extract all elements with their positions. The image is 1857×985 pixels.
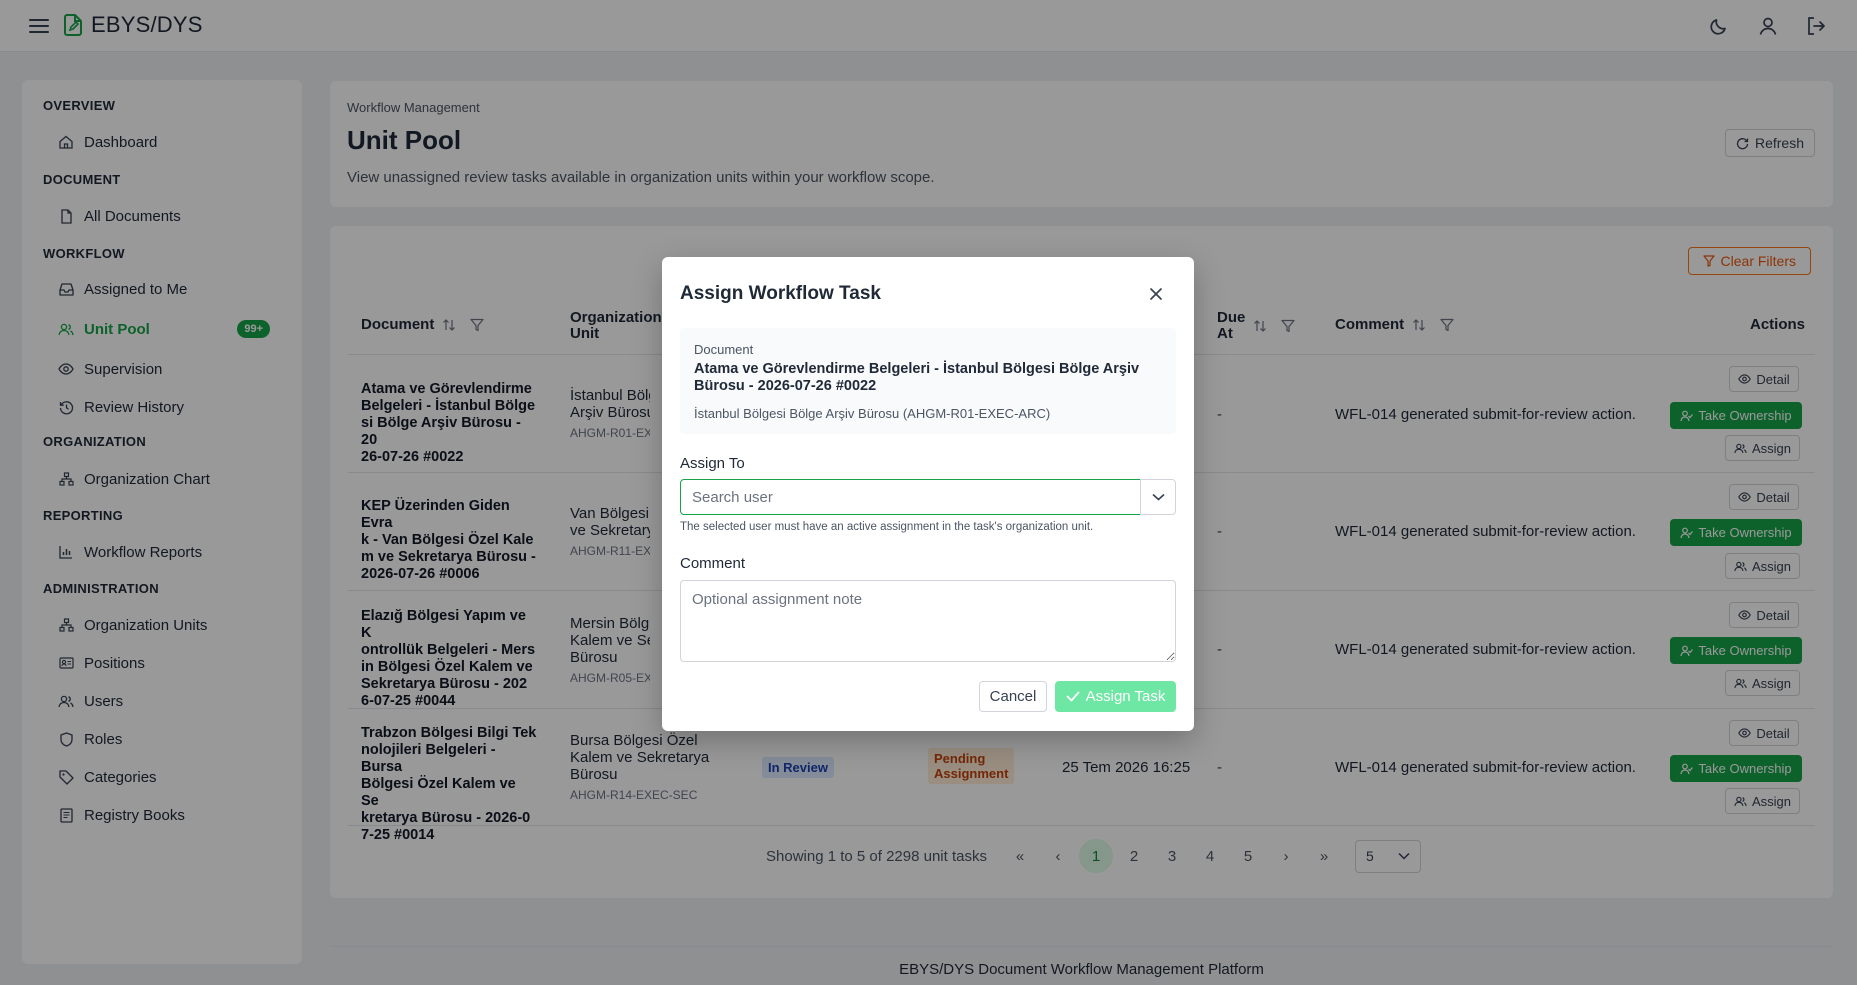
assign-to-hint: The selected user must have an active as… [680,521,1094,533]
cancel-button[interactable]: Cancel [979,681,1047,712]
document-name: Atama ve Görevlendirme Belgeleri - İstan… [694,361,1140,394]
comment-textarea[interactable] [680,580,1176,662]
comment-label: Comment [680,555,746,572]
assign-task-button[interactable]: Assign Task [1055,681,1176,712]
assign-to-label: Assign To [680,455,745,472]
check-icon [1066,691,1080,702]
chevron-down-icon [1151,493,1165,501]
dialog-title: Assign Workflow Task [680,283,881,304]
document-summary: Document Atama ve Görevlendirme Belgeler… [680,328,1176,434]
assign-to-dropdown-toggle[interactable] [1140,479,1176,515]
document-unit: İstanbul Bölgesi Bölge Arşiv Bürosu (AHG… [694,406,1051,421]
close-icon[interactable] [1146,284,1166,304]
assign-to-select [680,479,1176,515]
assign-task-dialog: Assign Workflow Task Document Atama ve G… [662,257,1194,731]
assign-to-search-input[interactable] [680,479,1141,515]
document-label: Document [694,342,754,357]
